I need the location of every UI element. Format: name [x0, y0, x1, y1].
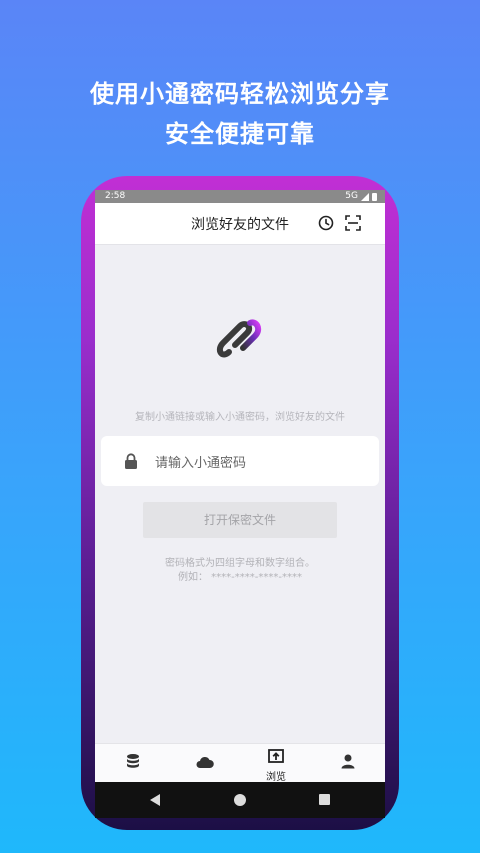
bottom-tab-bar: 浏览 — [95, 743, 385, 782]
tab-profile[interactable] — [328, 744, 368, 782]
browse-icon — [268, 749, 284, 763]
phone-screen: 2:58 5G 浏览好友的文件 复制小通链接或输入小通密码，浏览好友的文件 请输… — [95, 190, 385, 782]
nav-back-icon[interactable] — [150, 794, 160, 806]
nav-home-icon[interactable] — [234, 794, 246, 806]
link-logo-icon — [213, 312, 269, 368]
hint-text: 复制小通链接或输入小通密码，浏览好友的文件 — [135, 412, 345, 423]
format-note: 密码格式为四组字母和数字组合。 — [165, 558, 315, 569]
status-time: 2:58 — [105, 191, 126, 201]
status-right: 5G — [345, 190, 377, 203]
app-bar: 浏览好友的文件 — [95, 203, 385, 245]
tab-browse[interactable]: 浏览 — [256, 744, 296, 782]
password-input[interactable]: 请输入小通密码 — [155, 452, 246, 471]
database-icon — [127, 754, 139, 768]
cloud-icon — [196, 756, 214, 768]
format-example: 例如： ****-****-****-**** — [177, 572, 302, 583]
tab-cloud[interactable] — [185, 744, 225, 782]
page-title: 浏览好友的文件 — [191, 217, 289, 233]
signal-icon — [361, 192, 369, 201]
tab-database[interactable] — [113, 744, 153, 782]
status-bar: 2:58 5G — [95, 190, 385, 203]
history-icon[interactable] — [317, 214, 335, 232]
network-label: 5G — [345, 191, 358, 201]
lock-icon — [124, 453, 138, 469]
battery-icon — [372, 192, 377, 201]
scan-icon[interactable] — [344, 214, 362, 232]
headline-line-1: 使用小通密码轻松浏览分享 — [90, 80, 390, 108]
nav-recent-icon[interactable] — [319, 794, 330, 805]
headline-line-2: 安全便捷可靠 — [165, 120, 315, 148]
system-nav-bar — [95, 782, 385, 818]
person-icon — [341, 754, 355, 769]
tab-browse-label: 浏览 — [266, 772, 286, 782]
open-secret-file-button[interactable]: 打开保密文件 — [143, 502, 337, 538]
password-input-box[interactable]: 请输入小通密码 — [101, 436, 379, 486]
